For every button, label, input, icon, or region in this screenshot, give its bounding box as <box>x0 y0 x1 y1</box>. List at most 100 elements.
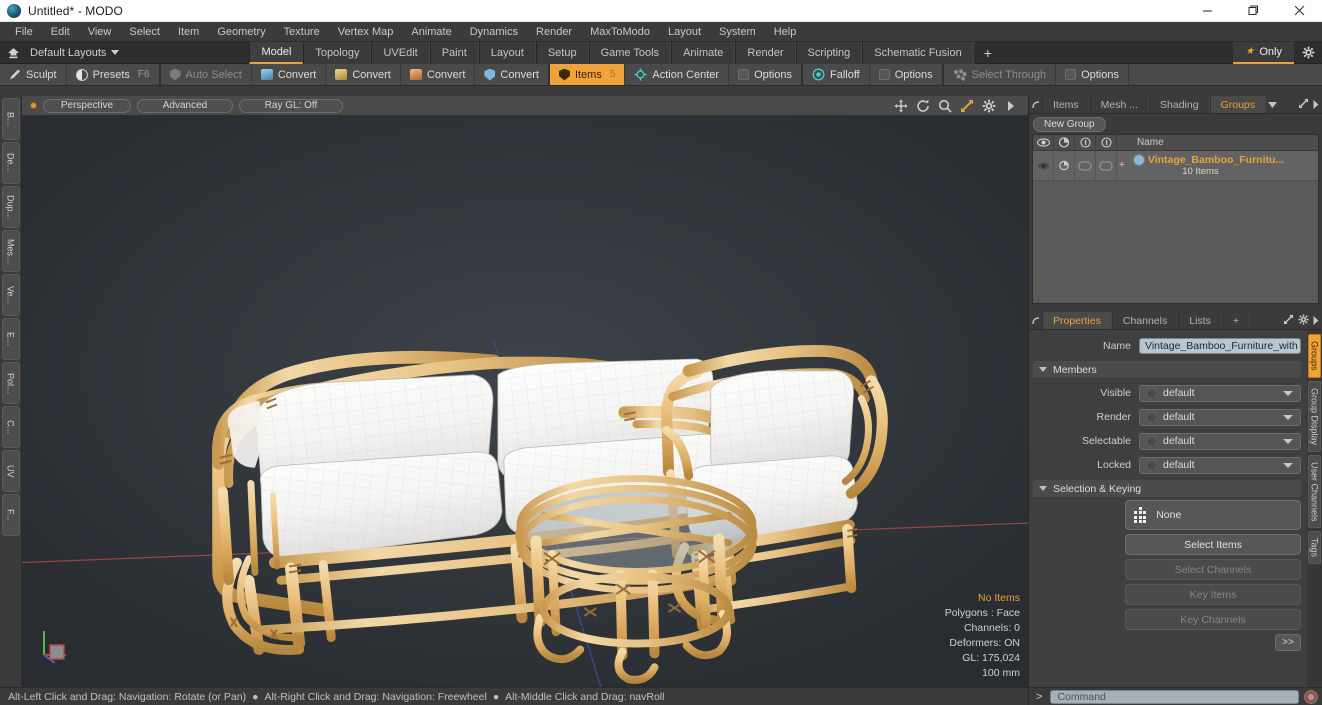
convert-vertices-button[interactable]: Convert <box>252 64 327 85</box>
add-properties-tab-button[interactable]: + <box>1221 312 1250 329</box>
left-tab-polygon[interactable]: Pol... <box>1 362 20 404</box>
falloff-button[interactable]: Falloff <box>803 64 870 85</box>
zoom-icon[interactable] <box>937 98 952 113</box>
layout-tab-topology[interactable]: Topology <box>303 41 372 64</box>
lock-icon[interactable] <box>1096 135 1117 150</box>
left-tab-deform[interactable]: De... <box>1 142 20 184</box>
left-tab-uv[interactable]: UV <box>1 450 20 492</box>
default-layouts-dropdown[interactable]: Default Layouts <box>26 47 127 59</box>
none-preset-button[interactable]: None <box>1125 500 1301 530</box>
auto-select-button[interactable]: Auto Select <box>161 64 252 85</box>
tab-groups[interactable]: Groups <box>1209 96 1267 113</box>
left-tab-vertex[interactable]: Ve... <box>1 274 20 316</box>
menu-vertex-map[interactable]: Vertex Map <box>329 24 403 40</box>
members-section-header[interactable]: Members <box>1033 361 1301 378</box>
row-visible-toggle[interactable] <box>1033 151 1054 180</box>
tab-shading[interactable]: Shading <box>1149 96 1210 113</box>
row-locked-toggle[interactable] <box>1096 151 1117 180</box>
camera-mode-dropdown[interactable]: Perspective <box>43 98 131 113</box>
action-center-options-button[interactable]: Options <box>729 64 803 85</box>
expand-icon[interactable] <box>1283 312 1294 330</box>
locked-toggle-icon[interactable] <box>1146 459 1157 471</box>
menu-select[interactable]: Select <box>120 24 169 40</box>
add-layout-button[interactable]: + <box>974 42 1002 64</box>
left-tab-curve[interactable]: C... <box>1 406 20 448</box>
items-mode-button[interactable]: Items 5 <box>549 64 626 85</box>
record-icon[interactable] <box>1304 689 1318 704</box>
side-tab-user-channels[interactable]: User Channels <box>1308 454 1321 529</box>
layout-tab-game-tools[interactable]: Game Tools <box>588 41 672 64</box>
gear-icon[interactable] <box>1294 42 1322 64</box>
new-group-button[interactable]: New Group <box>1033 116 1106 132</box>
tab-properties[interactable]: Properties <box>1042 312 1112 329</box>
key-items-button[interactable]: Key Items <box>1125 584 1301 605</box>
menu-geometry[interactable]: Geometry <box>208 24 274 40</box>
close-button[interactable] <box>1276 0 1322 22</box>
side-tab-tags[interactable]: Tags <box>1308 531 1321 565</box>
tab-items[interactable]: Items <box>1042 96 1090 113</box>
layout-tab-setup[interactable]: Setup <box>535 41 589 64</box>
sculpt-button[interactable]: Sculpt <box>0 64 67 85</box>
render-icon[interactable] <box>1054 135 1075 150</box>
select-through-button[interactable]: Select Through <box>944 64 1057 85</box>
panel-menu-icon[interactable] <box>1029 96 1042 113</box>
locked-dropdown[interactable]: default <box>1139 456 1301 474</box>
left-tab-mesh-edit[interactable]: Mes... <box>1 230 20 272</box>
side-tab-groups[interactable]: Groups <box>1308 334 1321 378</box>
selection-keying-section-header[interactable]: Selection & Keying <box>1033 480 1301 497</box>
side-tab-group-display[interactable]: Group Display <box>1308 380 1321 452</box>
menu-layout[interactable]: Layout <box>659 24 710 40</box>
group-tree-body[interactable]: + Vintage_Bamboo_Furnitu... 10 Items <box>1033 151 1318 303</box>
select-items-button[interactable]: Select Items <box>1125 534 1301 555</box>
more-arrow-icon[interactable] <box>1313 96 1319 114</box>
menu-maxtomodo[interactable]: MaxToModo <box>581 24 659 40</box>
ray-gl-toggle[interactable]: Ray GL: Off <box>239 98 343 113</box>
layout-tab-layout[interactable]: Layout <box>478 41 536 64</box>
falloff-options-button[interactable]: Options <box>870 64 944 85</box>
row-expander[interactable]: + <box>1117 160 1127 171</box>
viewport-3d[interactable]: No Items Polygons : Face Channels: 0 Def… <box>22 116 1028 687</box>
only-toggle[interactable]: ★ Only <box>1233 41 1294 64</box>
more-arrow-icon[interactable] <box>1313 312 1319 330</box>
visible-toggle-icon[interactable] <box>1146 387 1157 399</box>
presets-button[interactable]: Presets F6 <box>67 64 161 85</box>
more-arrow-icon[interactable] <box>1003 98 1018 113</box>
left-tab-duplicate[interactable]: Dup... <box>1 186 20 228</box>
layout-tab-paint[interactable]: Paint <box>429 41 479 64</box>
table-row[interactable]: + Vintage_Bamboo_Furnitu... 10 Items <box>1033 151 1318 181</box>
menu-system[interactable]: System <box>710 24 765 40</box>
convert-polygons-button[interactable]: Convert <box>401 64 476 85</box>
left-tab-edge[interactable]: E... <box>1 318 20 360</box>
expand-icon[interactable] <box>1298 96 1309 114</box>
minimize-button[interactable] <box>1184 0 1230 22</box>
tab-lists[interactable]: Lists <box>1178 312 1222 329</box>
convert-materials-button[interactable]: Convert <box>475 64 550 85</box>
key-channels-button[interactable]: Key Channels <box>1125 609 1301 630</box>
selectable-toggle-icon[interactable] <box>1146 435 1157 447</box>
left-tab-fusion[interactable]: F... <box>1 494 20 536</box>
menu-view[interactable]: View <box>79 24 121 40</box>
group-name-input[interactable]: Vintage_Bamboo_Furniture_with <box>1139 338 1301 354</box>
convert-edges-button[interactable]: Convert <box>326 64 401 85</box>
render-toggle-icon[interactable] <box>1146 411 1157 423</box>
more-options-button[interactable]: >> <box>1275 634 1301 651</box>
layout-tab-render[interactable]: Render <box>735 41 796 64</box>
layout-tab-model[interactable]: Model <box>249 41 304 64</box>
menu-file[interactable]: File <box>6 24 42 40</box>
rotate-icon[interactable] <box>915 98 930 113</box>
menu-edit[interactable]: Edit <box>42 24 79 40</box>
command-input[interactable]: Command <box>1050 689 1299 704</box>
pan-icon[interactable] <box>893 98 908 113</box>
tab-mesh[interactable]: Mesh ... <box>1089 96 1150 113</box>
render-dropdown[interactable]: default <box>1139 408 1301 426</box>
selectable-dropdown[interactable]: default <box>1139 432 1301 450</box>
gear-icon[interactable] <box>1298 312 1309 330</box>
properties-menu-icon[interactable] <box>1029 312 1042 329</box>
row-selectable-toggle[interactable] <box>1075 151 1096 180</box>
maximize-button[interactable] <box>1230 0 1276 22</box>
shading-mode-dropdown[interactable]: Advanced <box>137 98 233 113</box>
home-icon[interactable] <box>0 42 26 64</box>
left-tab-basic[interactable]: B... <box>1 98 20 140</box>
viewport-settings-icon[interactable] <box>981 98 996 113</box>
menu-item[interactable]: Item <box>169 24 208 40</box>
